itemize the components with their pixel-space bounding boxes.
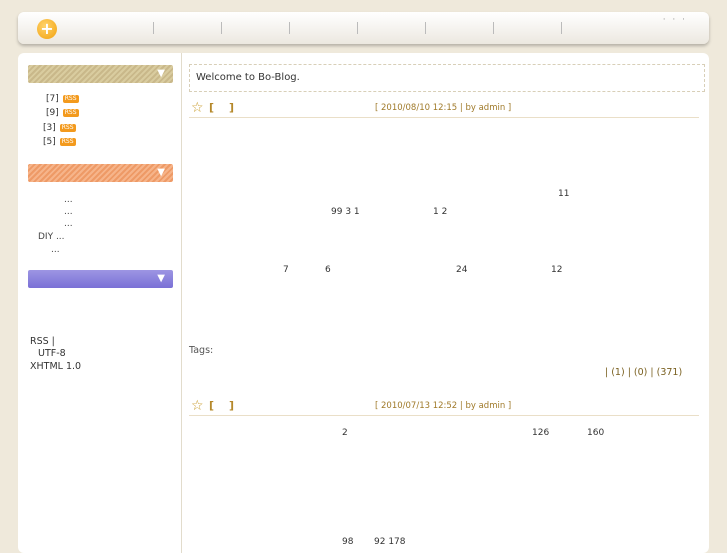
post-meta: [ 2010/07/13 12:52 | by admin ] — [375, 401, 512, 411]
post-title-bracket-close[interactable]: ] — [229, 101, 234, 114]
post-number: 98 — [342, 537, 354, 547]
header-dots: · · · — [662, 15, 687, 25]
collapse-arrow-icon[interactable]: ▼ — [157, 167, 165, 178]
nav-separator — [289, 22, 290, 34]
welcome-message: Welcome to Bo-Blog. — [189, 64, 705, 92]
post-title-bracket-open[interactable]: [ — [209, 101, 214, 114]
footer-xhtml: XHTML 1.0 — [30, 361, 82, 372]
feed-count: [9] — [46, 108, 59, 118]
rss-badge-icon[interactable]: RSS — [62, 109, 79, 117]
post-number: 2 — [342, 428, 348, 438]
rss-badge-icon[interactable]: RSS — [62, 95, 79, 103]
feed-item[interactable]: [5] RSS — [43, 137, 76, 147]
collapse-arrow-icon[interactable]: ▼ — [157, 273, 165, 284]
logo-glyph: + — [40, 19, 54, 38]
post-number: 160 — [587, 428, 605, 438]
star-icon[interactable]: ☆ — [191, 100, 204, 116]
post-meta: [ 2010/08/10 12:15 | by admin ] — [375, 103, 512, 113]
sidebar: ▼ [7] RSS [9] RSS [3] RSS [5] RSS ▼ ... ... … — [18, 53, 182, 553]
feed-item[interactable]: [7] RSS — [46, 94, 79, 104]
post-number: 11 — [558, 189, 570, 199]
sidebar-section-header-feeds[interactable]: ▼ — [28, 65, 173, 83]
sidebar-section-header-info[interactable]: ▼ — [28, 270, 173, 288]
post-number: 24 — [456, 265, 468, 275]
post-number: 12 — [551, 265, 563, 275]
post-number: 7 — [283, 265, 289, 275]
post-header: ☆ [ ] [ 2010/08/10 12:15 | by admin ] — [189, 100, 699, 118]
post-number: 126 — [532, 428, 550, 438]
post-title-bracket-open[interactable]: [ — [209, 399, 214, 412]
post-stats[interactable]: | (1) | (0) | (371) — [605, 367, 682, 378]
sidebar-link[interactable]: ... — [64, 219, 73, 229]
sidebar-link[interactable]: ... — [64, 195, 73, 205]
sidebar-link[interactable]: ... — [51, 245, 60, 255]
footer-rss-line[interactable]: RSS | — [30, 336, 55, 348]
sidebar-link[interactable]: ... — [64, 207, 73, 217]
feed-count: [3] — [43, 123, 56, 133]
logo-plus-icon[interactable]: + — [37, 19, 57, 39]
post-header: ☆ [ ] [ 2010/07/13 12:52 | by admin ] — [189, 398, 699, 416]
post-number: 1 2 — [433, 207, 448, 217]
nav-separator — [357, 22, 358, 34]
sidebar-section-header-links[interactable]: ▼ — [28, 164, 173, 182]
nav-separator — [561, 22, 562, 34]
nav-separator — [493, 22, 494, 34]
feed-item[interactable]: [3] RSS — [43, 123, 76, 133]
footer-encoding: UTF-8 — [38, 348, 66, 359]
feed-count: [7] — [46, 94, 59, 104]
post-number: 99 3 1 — [331, 207, 360, 217]
top-navigation-bar: + · · · — [18, 12, 709, 44]
nav-separator — [425, 22, 426, 34]
post-number: 6 — [325, 265, 331, 275]
collapse-arrow-icon[interactable]: ▼ — [157, 68, 165, 79]
post-title-bracket-close[interactable]: ] — [229, 399, 234, 412]
rss-badge-icon[interactable]: RSS — [59, 138, 76, 146]
sidebar-link[interactable]: DIY ... — [38, 232, 65, 242]
main-panel: ▼ [7] RSS [9] RSS [3] RSS [5] RSS ▼ ... ... … — [18, 53, 709, 553]
rss-badge-icon[interactable]: RSS — [59, 124, 76, 132]
nav-separator — [221, 22, 222, 34]
feed-item[interactable]: [9] RSS — [46, 108, 79, 118]
tags-label: Tags: — [189, 345, 214, 356]
post-number: 92 178 — [374, 537, 406, 547]
feed-count: [5] — [43, 137, 56, 147]
star-icon[interactable]: ☆ — [191, 398, 204, 414]
nav-separator — [153, 22, 154, 34]
